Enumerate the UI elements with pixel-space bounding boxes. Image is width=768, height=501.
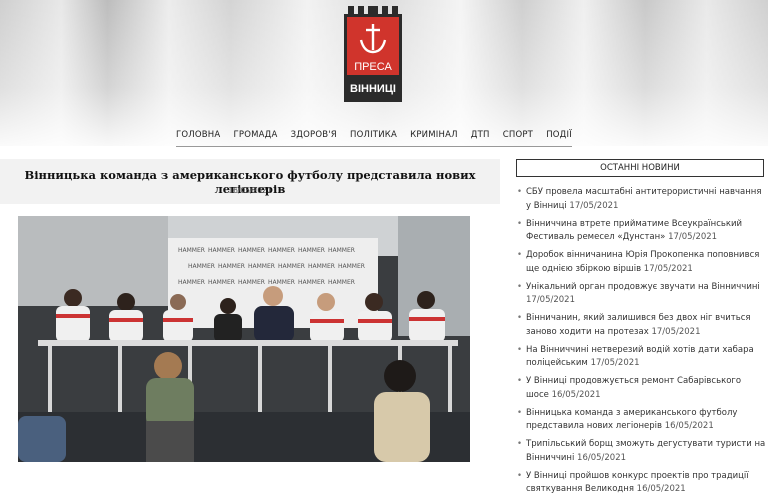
nav-item-home[interactable]: ГОЛОВНА (176, 130, 220, 140)
svg-text:HAMMER: HAMMER (218, 263, 245, 270)
svg-text:HAMMER: HAMMER (268, 247, 295, 254)
svg-text:HAMMER: HAMMER (298, 247, 325, 254)
news-item-title[interactable]: Вінничанин, який залишився без двох ніг … (526, 313, 751, 337)
site-logo[interactable]: ПРЕСА ВІННИЦІ (344, 6, 402, 102)
svg-text:HAMMER: HAMMER (208, 247, 235, 254)
news-item-title[interactable]: СБУ провела масштабні антитерористичні н… (526, 187, 761, 211)
news-item-title[interactable]: На Вінниччині нетверезий водій хотів дат… (526, 345, 754, 369)
nav-item-sport[interactable]: СПОРТ (503, 130, 533, 140)
list-item[interactable]: Трипільський борщ зможуть дегустувати ту… (516, 438, 766, 465)
svg-text:HAMMER: HAMMER (178, 247, 205, 254)
svg-text:HAMMER: HAMMER (268, 279, 295, 286)
logo-line1: ПРЕСА (354, 61, 392, 73)
latest-news-heading: ОСТАННІ НОВИНИ (516, 159, 764, 177)
svg-text:HAMMER: HAMMER (328, 247, 355, 254)
news-item-date: 16/05/2021 (577, 452, 627, 463)
latest-news-list: СБУ провела масштабні антитерористичні н… (516, 186, 766, 501)
svg-text:HAMMER: HAMMER (248, 263, 275, 270)
nav-item-events[interactable]: ПОДІЇ (546, 130, 572, 140)
news-item-title[interactable]: Доробок вінничанина Юрія Прокопенка попо… (526, 250, 759, 274)
svg-text:HAMMER: HAMMER (278, 263, 305, 270)
list-item[interactable]: Доробок вінничанина Юрія Прокопенка попо… (516, 249, 766, 276)
nav-item-health[interactable]: ЗДОРОВ'Я (291, 130, 337, 140)
nav-item-politics[interactable]: ПОЛІТИКА (350, 130, 397, 140)
svg-text:HAMMER: HAMMER (308, 263, 335, 270)
news-item-date: 16/05/2021 (664, 421, 714, 431)
list-item[interactable]: Унікальний орган продовжує звучати на Ві… (516, 281, 766, 308)
svg-text:HAMMER: HAMMER (188, 263, 215, 270)
main-nav: ГОЛОВНА ГРОМАДА ЗДОРОВ'Я ПОЛІТИКА КРИМІН… (176, 124, 572, 147)
nav-item-community[interactable]: ГРОМАДА (234, 130, 278, 140)
svg-text:HAMMER: HAMMER (338, 263, 365, 270)
svg-text:HAMMER: HAMMER (178, 279, 205, 286)
list-item[interactable]: У Вінниці пройшов конкурс проектів про т… (516, 470, 766, 497)
press-table (38, 340, 458, 346)
news-item-date: 17/05/2021 (526, 295, 575, 305)
news-item-title[interactable]: Трипільський борщ зможуть дегустувати ту… (526, 439, 765, 463)
list-item[interactable]: Вінницька команда з американського футбо… (516, 407, 766, 434)
svg-text:HAMMER: HAMMER (238, 247, 265, 254)
list-item[interactable]: Вінниччина втрете прийматиме Всеукраїнсь… (516, 218, 766, 245)
news-item-title[interactable]: Унікальний орган продовжує звучати на Ві… (526, 282, 760, 292)
news-item-date: 17/05/2021 (643, 263, 693, 274)
svg-text:HAMMER: HAMMER (328, 279, 355, 286)
news-item-date: 17/05/2021 (651, 326, 701, 337)
article-date: 16/05/2021 (228, 186, 272, 195)
news-item-date: 17/05/2021 (569, 200, 619, 211)
nav-item-traffic[interactable]: ДТП (471, 130, 490, 140)
logo-tower-top (348, 6, 354, 14)
svg-text:HAMMER: HAMMER (298, 279, 325, 286)
svg-text:HAMMER: HAMMER (208, 279, 235, 286)
svg-text:HAMMER: HAMMER (238, 279, 265, 286)
news-item-date: 17/05/2021 (590, 358, 640, 368)
list-item[interactable]: У Вінниці продовжується ремонт Сабарівсь… (516, 375, 766, 402)
nav-item-crime[interactable]: КРИМІНАЛ (410, 130, 458, 140)
list-item[interactable]: Вінничанин, який залишився без двох ніг … (516, 312, 766, 339)
news-item-date: 16/05/2021 (551, 389, 601, 400)
list-item[interactable]: На Вінниччині нетверезий водій хотів дат… (516, 344, 766, 371)
article-photo: HAMMER HAMMER HAMMER HAMMER HAMMER HAMMER HAM… (18, 216, 470, 462)
list-item[interactable]: СБУ провела масштабні антитерористичні н… (516, 186, 766, 213)
logo-line2: ВІННИЦІ (350, 83, 396, 95)
news-item-date: 17/05/2021 (668, 232, 718, 242)
news-item-date: 16/05/2021 (636, 484, 686, 494)
